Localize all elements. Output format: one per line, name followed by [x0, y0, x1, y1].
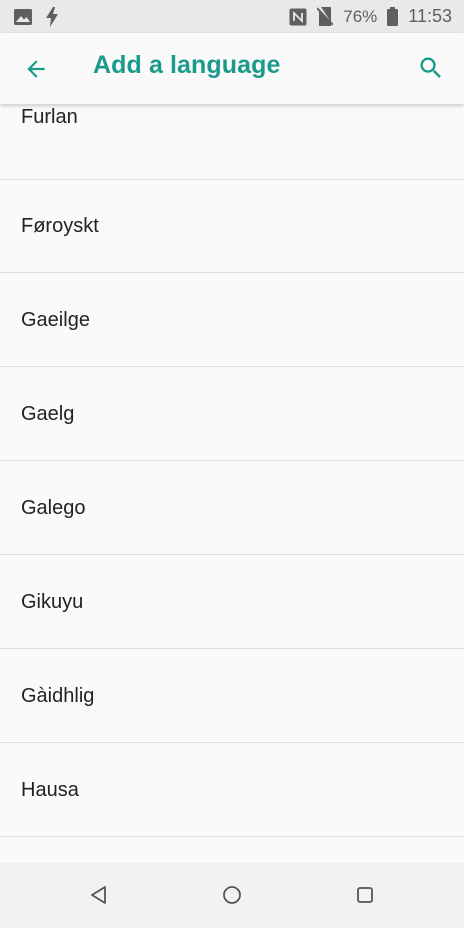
battery-percent: 76%	[343, 6, 378, 26]
status-time: 11:53	[408, 6, 452, 26]
language-label: Gaeilge	[21, 309, 90, 331]
nav-recents-button[interactable]	[350, 880, 380, 910]
page-title: Add a language	[93, 51, 281, 79]
language-label: Føroyskt	[21, 215, 99, 237]
status-bar: 76% 11:53	[0, 0, 464, 33]
language-label: Gaelg	[21, 403, 75, 425]
language-item-gaeilge[interactable]: Gaeilge	[0, 274, 464, 367]
nav-back-button[interactable]	[84, 880, 114, 910]
language-label: Gikuyu	[21, 591, 84, 613]
nav-home-button[interactable]	[217, 880, 247, 910]
arrow-back-icon	[27, 60, 45, 78]
search-icon	[420, 57, 441, 78]
status-left	[14, 6, 58, 27]
language-item-galego[interactable]: Galego	[0, 462, 464, 555]
charging-bolt-icon	[46, 6, 58, 27]
no-sim-icon	[317, 7, 334, 26]
back-triangle-icon	[91, 886, 106, 904]
language-item-furlan[interactable]: Furlan	[0, 104, 464, 180]
language-item-gikuyu[interactable]: Gikuyu	[0, 556, 464, 649]
battery-icon	[387, 7, 399, 26]
language-list: Furlan Føroyskt Gaeilge Gaelg Galego Gik…	[0, 104, 464, 863]
language-item-gaelg[interactable]: Gaelg	[0, 368, 464, 461]
recents-square-icon	[357, 887, 373, 903]
language-label: Furlan	[21, 106, 78, 128]
language-item-hausa[interactable]: Hausa	[0, 744, 464, 837]
screen: 76% 11:53 Add a language Furlan Føroyskt…	[0, 0, 464, 928]
language-label: Galego	[21, 497, 86, 519]
back-button[interactable]	[20, 53, 52, 85]
search-button[interactable]	[414, 51, 448, 85]
home-circle-icon	[223, 886, 241, 904]
language-item-gaidhlig[interactable]: Gàidhlig	[0, 650, 464, 743]
app-bar: Add a language	[0, 33, 464, 104]
image-icon	[14, 8, 32, 25]
nfc-icon	[289, 8, 307, 26]
language-label: Gàidhlig	[21, 685, 95, 707]
language-label: Hausa	[21, 779, 79, 801]
navigation-bar	[0, 863, 464, 928]
status-right: 76% 11:53	[289, 6, 452, 27]
language-item-foroyskt[interactable]: Føroyskt	[0, 180, 464, 273]
